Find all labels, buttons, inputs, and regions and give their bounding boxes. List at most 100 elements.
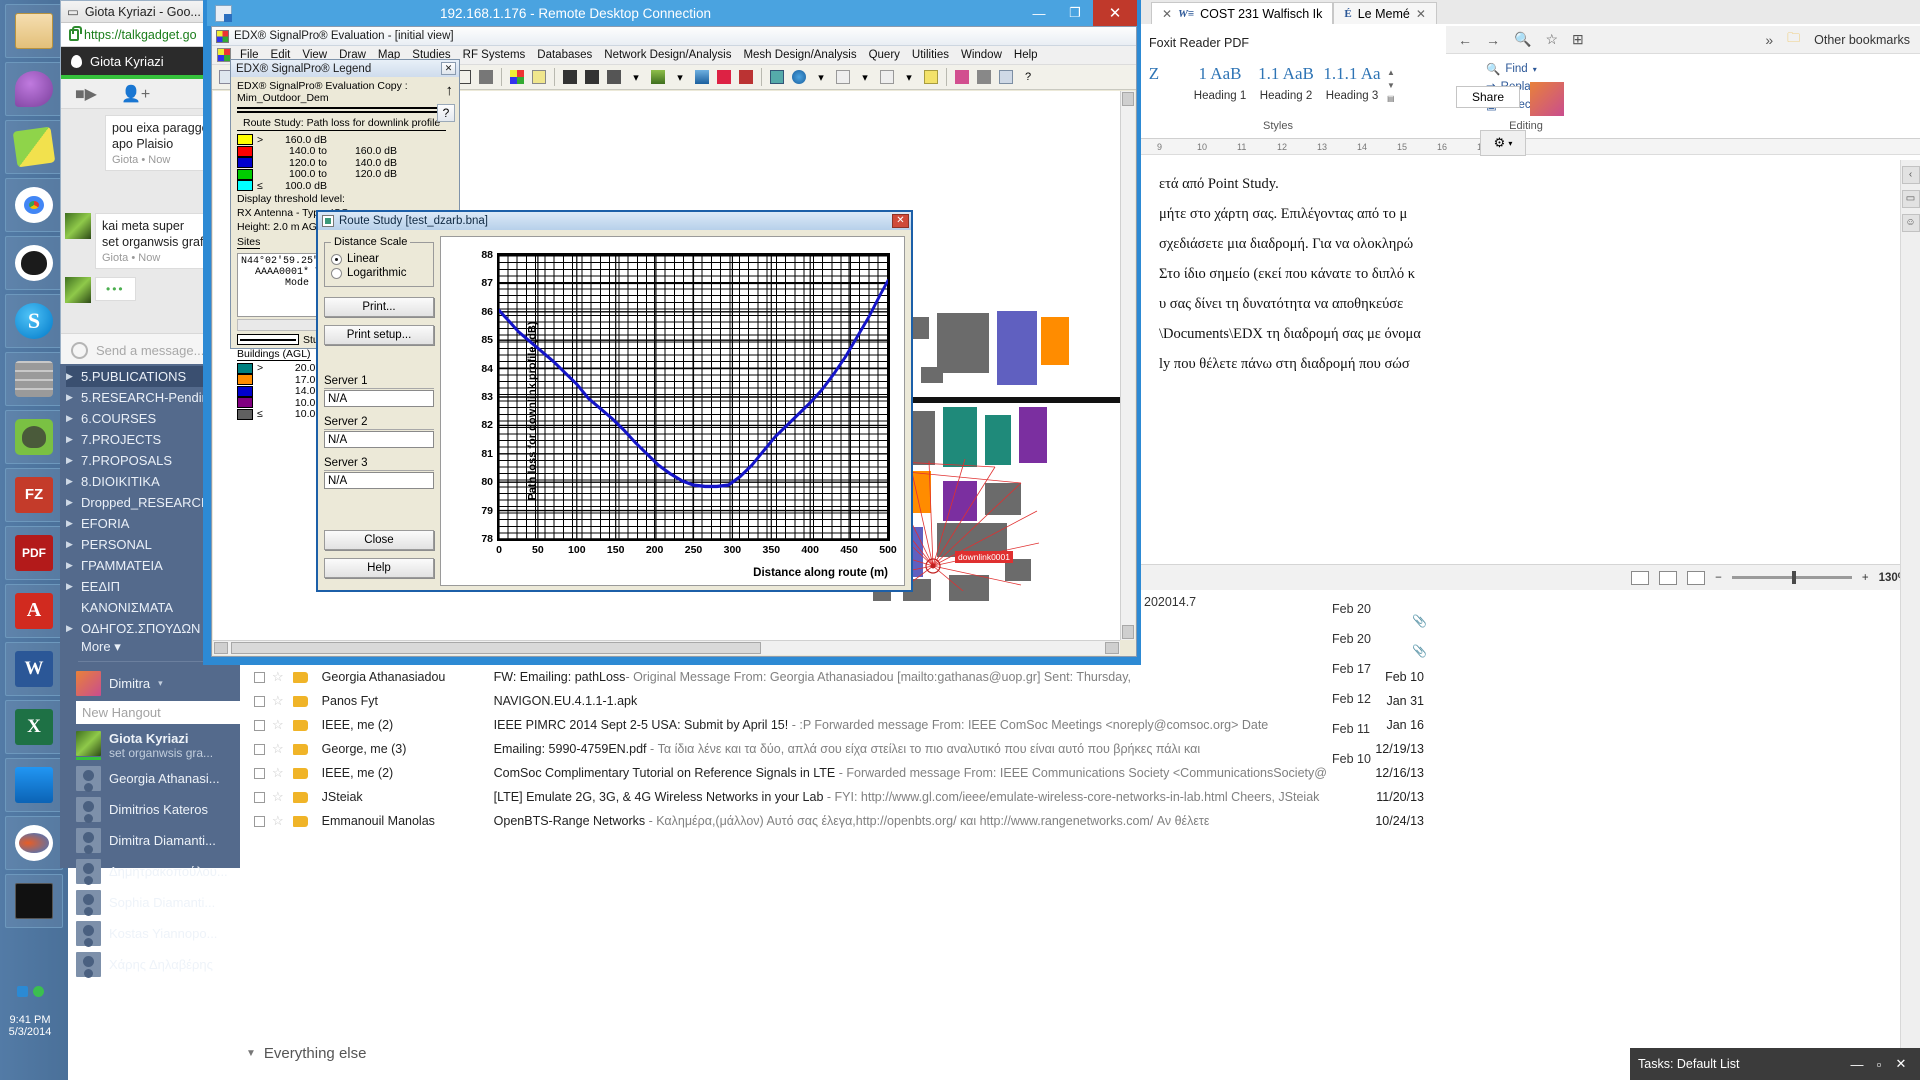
zoom-out-button[interactable]: − <box>1715 572 1722 584</box>
menu-window[interactable]: Window <box>955 47 1008 63</box>
style-item-heading3[interactable]: 1.1.1 Aa Heading 3 <box>1321 64 1383 102</box>
dock-item-bricks[interactable] <box>5 352 63 406</box>
dock-item-acrobat[interactable]: A <box>5 584 63 638</box>
table-row[interactable]: ☆ George, me (3) Emailing: 5990-4759EN.p… <box>240 737 1440 761</box>
table-row[interactable]: ☆ Emmanouil Manolas OpenBTS-Range Networ… <box>240 809 1440 833</box>
dropdown-3-icon[interactable]: ▾ <box>811 67 831 87</box>
dropdown-4-icon[interactable]: ▾ <box>855 67 875 87</box>
grid-icon[interactable] <box>767 67 787 87</box>
table-row[interactable]: ☆ Georgia Athanasiadou FW: Emailing: pat… <box>240 665 1440 689</box>
scroll-up-icon[interactable]: ↑ <box>446 82 454 99</box>
server3-input[interactable]: N/A <box>324 472 434 489</box>
chevron-down-icon[interactable]: ▾ <box>158 678 163 689</box>
emoji-icon[interactable] <box>71 342 88 359</box>
tower-icon[interactable] <box>974 67 994 87</box>
document-page[interactable]: ετά από Point Study. μήτε στο χάρτη σας.… <box>1141 155 1920 554</box>
row-checkbox[interactable] <box>254 815 265 827</box>
star-icon[interactable]: ☆ <box>272 693 284 709</box>
maximize-button[interactable]: ❐ <box>1057 0 1093 26</box>
star-icon[interactable]: ☆ <box>272 789 284 805</box>
dock-item-word[interactable]: W <box>5 642 63 696</box>
dock-item-excel[interactable]: X <box>5 700 63 754</box>
star-icon[interactable]: ☆ <box>272 813 284 829</box>
star-icon[interactable]: ☆ <box>1545 31 1558 48</box>
dock-item-sticky-notes[interactable] <box>5 120 63 174</box>
row-checkbox[interactable] <box>254 671 265 683</box>
star-icon[interactable]: ☆ <box>272 717 284 733</box>
scroll-up-button[interactable] <box>1122 92 1134 106</box>
network-icon[interactable] <box>16 985 28 997</box>
help-icon[interactable]: ? <box>1018 67 1038 87</box>
settings-button[interactable]: ⚙ ▾ <box>1480 130 1526 156</box>
zoom-slider-handle[interactable] <box>1791 571 1796 584</box>
close-dialog-button[interactable]: Close <box>324 530 434 550</box>
rail-expand-icon[interactable]: ‹ <box>1901 166 1920 184</box>
overflow-icon[interactable]: » <box>1765 32 1773 48</box>
web-layout-view-icon[interactable] <box>1659 570 1678 585</box>
star-icon[interactable]: ☆ <box>272 741 284 757</box>
route-icon[interactable] <box>736 67 756 87</box>
apps-icon[interactable]: ⊞ <box>1572 31 1584 48</box>
settings-icon[interactable] <box>996 67 1016 87</box>
edx-vertical-scrollbar[interactable] <box>1120 91 1135 640</box>
close-button[interactable]: ✕ <box>892 214 909 228</box>
minimize-button[interactable]: — <box>1021 0 1057 26</box>
account-row[interactable]: Dimitra ▾ <box>66 668 265 699</box>
new-link-icon[interactable] <box>833 67 853 87</box>
menu-mesh-design[interactable]: Mesh Design/Analysis <box>737 47 862 63</box>
scroll-down-button[interactable] <box>1122 625 1134 639</box>
new-hangout-input[interactable]: New Hangout <box>76 701 257 724</box>
star-icon[interactable]: ☆ <box>272 765 284 781</box>
share-button[interactable]: Share <box>1456 86 1520 108</box>
measure-icon[interactable] <box>476 67 496 87</box>
scroll-left-button[interactable] <box>214 642 228 654</box>
contact-item[interactable]: Dimitrios Kateros <box>66 794 265 825</box>
everything-else-section[interactable]: ▼ Everything else <box>246 1045 366 1062</box>
print-setup-button[interactable]: Print setup... <box>324 325 434 345</box>
zoom-in-button[interactable]: + <box>1862 572 1869 584</box>
profile-icon[interactable] <box>604 67 624 87</box>
row-checkbox[interactable] <box>254 695 265 707</box>
forward-icon[interactable]: → <box>1486 32 1500 48</box>
status-icon[interactable] <box>32 985 44 997</box>
coverage-icon[interactable] <box>507 67 527 87</box>
other-bookmarks-label[interactable]: Other bookmarks <box>1814 33 1920 47</box>
contact-item[interactable]: Χάρης Δηλαβέρης <box>66 949 265 980</box>
chevron-up-icon[interactable]: ▲ <box>1387 68 1395 77</box>
styles-scroll-buttons[interactable]: ▲ ▼ ▤ <box>1387 64 1395 103</box>
table-row[interactable]: ☆ Panos Fyt NAVIGON.EU.4.1.1-1.apk Jan 3… <box>240 689 1440 713</box>
video-camera-icon[interactable]: ■▶ <box>75 84 97 104</box>
contact-item[interactable]: Dimitra Diamanti... <box>66 825 265 856</box>
row-checkbox[interactable] <box>254 767 265 779</box>
profile-avatar[interactable] <box>1530 82 1564 116</box>
zoom-slider[interactable] <box>1731 571 1852 584</box>
dock-item-filezilla[interactable]: FZ <box>5 468 63 522</box>
table-row[interactable]: ☆ JSteiak [LTE] Emulate 2G, 3G, & 4G Wir… <box>240 785 1440 809</box>
contact-item[interactable]: Δημητρακοπούλου... <box>66 856 265 887</box>
menu-help[interactable]: Help <box>1008 47 1044 63</box>
style-item-heading2[interactable]: 1.1 AaB Heading 2 <box>1255 64 1317 102</box>
radio-linear[interactable]: Linear <box>331 253 429 265</box>
outline-view-icon[interactable] <box>1687 570 1706 585</box>
menu-network-design[interactable]: Network Design/Analysis <box>598 47 737 63</box>
close-button[interactable]: ✕ <box>1093 0 1137 26</box>
dock-item-skype[interactable]: S <box>5 294 63 348</box>
maximize-button[interactable]: ▫ <box>1868 1057 1890 1072</box>
dock-item-viber[interactable] <box>5 62 63 116</box>
dock-item-terminal[interactable] <box>5 874 63 928</box>
radio-logarithmic[interactable]: Logarithmic <box>331 267 429 279</box>
dock-item-evernote[interactable] <box>5 410 63 464</box>
rail-chat-icon[interactable]: ▭ <box>1901 190 1920 208</box>
dock-item-wave-editor[interactable] <box>5 758 63 812</box>
more-styles-icon[interactable]: ▤ <box>1387 94 1395 103</box>
raster-icon[interactable] <box>692 67 712 87</box>
close-icon[interactable]: ✕ <box>1416 7 1426 21</box>
legend-icon[interactable] <box>529 67 549 87</box>
dock-item-pdf[interactable]: PDF <box>5 526 63 580</box>
tx-site-icon[interactable] <box>560 67 580 87</box>
close-button[interactable]: ✕ <box>441 62 456 75</box>
contact-item[interactable]: Sophia Diamanti... <box>66 887 265 918</box>
help-dialog-button[interactable]: Help <box>324 558 434 578</box>
menu-rf-systems[interactable]: RF Systems <box>457 47 532 63</box>
dock-item-chrome[interactable] <box>5 178 63 232</box>
